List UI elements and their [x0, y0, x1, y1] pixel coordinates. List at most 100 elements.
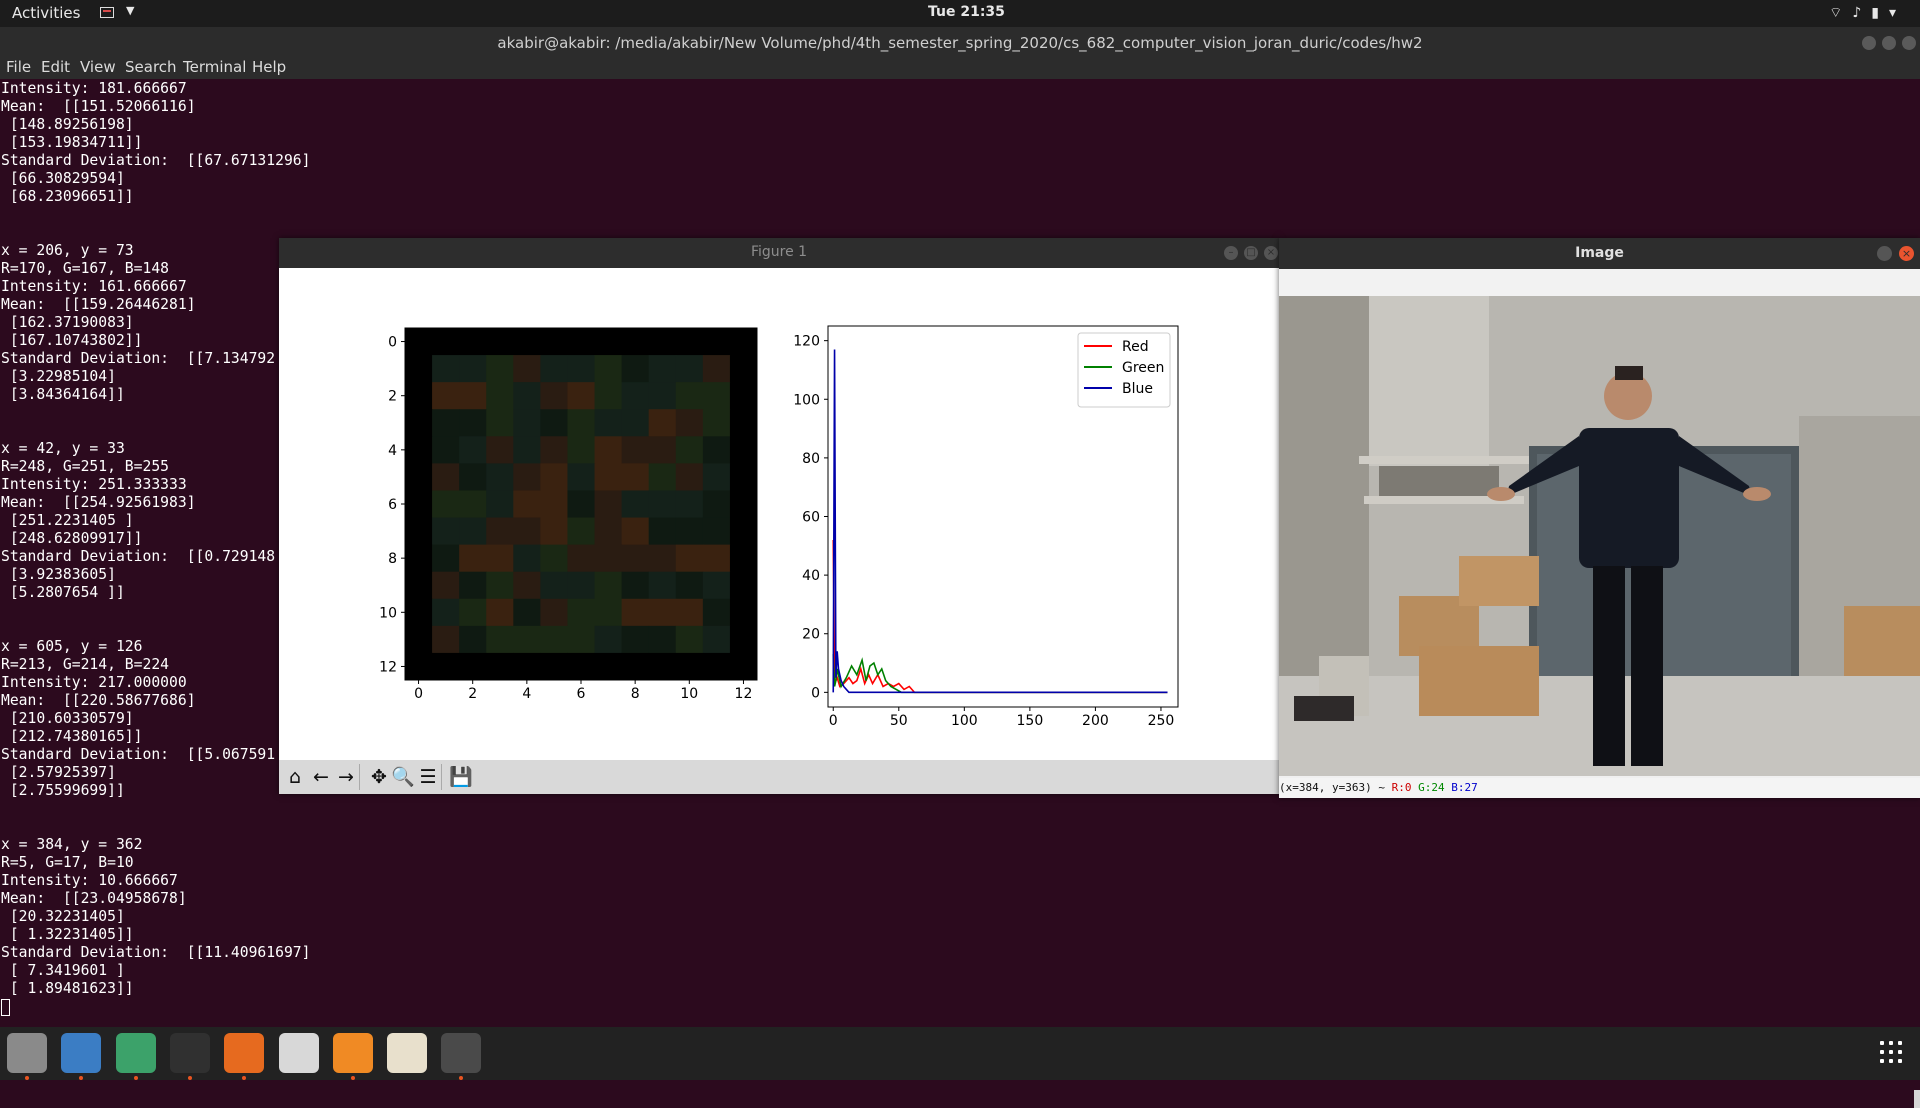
person-in-lab-photo	[1279, 296, 1920, 776]
heatmap-cell	[459, 652, 487, 681]
heatmap-cell	[405, 571, 433, 600]
figure-canvas[interactable]: 0 2 4 6 8 10 12 0 2 4 6 8 10 12 0 50 100 150 200 250 0 20 40 6…	[279, 268, 1279, 750]
heatmap-cell	[729, 355, 758, 383]
volume-icon[interactable]: ♪	[1852, 5, 1871, 21]
heatmap-cell	[459, 571, 487, 600]
text-editor-icon[interactable]	[61, 1033, 102, 1073]
toolbar-separator	[359, 764, 360, 790]
minimize-button[interactable]	[1862, 36, 1876, 50]
heatmap-cell	[648, 436, 677, 464]
heatmap-cell	[459, 355, 487, 383]
menu-help[interactable]: Help	[252, 58, 286, 76]
heatmap-cell	[459, 490, 487, 519]
menu-edit[interactable]: Edit	[41, 58, 70, 76]
close-icon[interactable]: ×	[1264, 246, 1278, 260]
heatmap-cell	[432, 598, 460, 627]
figure-titlebar[interactable]: Figure 1 – □ ×	[279, 238, 1279, 268]
heatmap-cell	[459, 625, 487, 654]
heatmap-cell	[648, 490, 677, 519]
activities-button[interactable]: Activities	[12, 4, 80, 22]
heatmap-cell	[648, 598, 677, 627]
menu-file[interactable]: File	[6, 58, 31, 76]
configure-subplots-icon[interactable]: ☰	[416, 766, 440, 788]
heatmap-cell	[432, 652, 460, 681]
terminal-scrollbar[interactable]	[1914, 1090, 1920, 1108]
heatmap-cell	[621, 463, 650, 491]
terminal-line: [212.74380165]]	[1, 728, 143, 745]
terminal-line: [3.92383605]	[1, 566, 116, 583]
heatmap-cell	[675, 544, 704, 573]
menu-terminal[interactable]: Terminal	[183, 58, 246, 76]
terminal-line: Intensity: 10.666667	[1, 872, 178, 889]
heatmap-cell	[594, 517, 623, 546]
heatmap-cell	[513, 409, 541, 437]
heatmap-cell	[702, 328, 731, 356]
system-menu-chevron-icon[interactable]: ▾	[1889, 5, 1906, 21]
heatmap-cell	[432, 436, 460, 464]
menu-view[interactable]: View	[80, 58, 116, 76]
notes-icon[interactable]	[278, 1033, 319, 1073]
heatmap-cell	[540, 409, 568, 437]
close-icon[interactable]: ×	[1899, 246, 1914, 261]
heatmap-cell	[567, 355, 596, 383]
heatmap-cell	[486, 382, 514, 410]
heatmap-cell	[567, 436, 596, 464]
minimize-icon[interactable]: –	[1224, 246, 1238, 260]
heatmap-cell	[594, 328, 623, 356]
heatmap-cell	[729, 490, 758, 519]
heatmap-cell	[594, 544, 623, 573]
legend-label-blue: Blue	[1122, 381, 1153, 397]
atom-icon[interactable]	[115, 1033, 156, 1073]
terminal-line: Standard Deviation: [[0.729148	[1, 548, 276, 565]
home-icon[interactable]: ⌂	[283, 766, 307, 788]
heatmap-cell	[567, 598, 596, 627]
heatmap-cell	[648, 463, 677, 491]
save-icon[interactable]: 💾	[449, 766, 473, 788]
pdf-viewer-icon[interactable]	[332, 1033, 373, 1073]
heatmap-cell	[702, 598, 731, 627]
wifi-icon[interactable]: ⌔	[1829, 5, 1852, 21]
heatmap-cell	[405, 652, 433, 681]
forward-arrow-icon[interactable]: →	[334, 766, 358, 788]
pan-icon[interactable]: ✥	[367, 766, 391, 788]
heatmap-cell	[648, 571, 677, 600]
terminal-line: Mean: [[151.52066116]	[1, 98, 196, 115]
menu-search[interactable]: Search	[125, 58, 177, 76]
chevron-down-icon[interactable]: ▼	[126, 4, 134, 17]
files-icon[interactable]	[7, 1033, 47, 1073]
heatmap-cell	[621, 544, 650, 573]
heatmap-cell	[594, 355, 623, 383]
back-arrow-icon[interactable]: ←	[309, 766, 333, 788]
heatmap-cell	[540, 436, 568, 464]
heatmap-xtick-label: 2	[468, 686, 477, 702]
heatmap-cell	[729, 517, 758, 546]
firefox-icon[interactable]	[224, 1033, 265, 1073]
running-indicator	[187, 1076, 192, 1080]
image-titlebar[interactable]: Image ×	[1279, 238, 1920, 269]
heatmap-cell	[621, 409, 650, 437]
camera-photo[interactable]	[1279, 296, 1920, 776]
keyboard-layout-icon[interactable]	[100, 7, 114, 18]
heatmap-cell	[594, 436, 623, 464]
show-applications-icon[interactable]	[1880, 1041, 1906, 1067]
maximize-icon[interactable]: □	[1244, 246, 1258, 260]
heatmap-cell	[432, 382, 460, 410]
heatmap-cell	[621, 355, 650, 383]
clock[interactable]: Tue 21:35	[928, 4, 1005, 20]
minimize-icon[interactable]	[1877, 246, 1892, 261]
zoom-icon[interactable]: 🔍	[391, 766, 415, 788]
figure-plots: 0 2 4 6 8 10 12024681012 0 50 100 150 200 250020406…	[379, 325, 1179, 729]
histogram-ytick-label: 40	[802, 568, 820, 584]
terminal-line: [20.32231405]	[1, 908, 125, 925]
opencv-window-icon[interactable]	[441, 1033, 482, 1073]
terminal-icon[interactable]	[169, 1033, 210, 1073]
heatmap-cell	[486, 544, 514, 573]
battery-icon[interactable]: ▮	[1871, 5, 1889, 21]
histogram-xtick-label: 150	[1017, 713, 1044, 729]
heatmap-cell	[621, 652, 650, 681]
heatmap-cell	[540, 598, 568, 627]
kolourpaint-icon[interactable]	[387, 1033, 428, 1073]
system-tray[interactable]: ⌔♪▮▾	[1829, 4, 1906, 22]
close-button[interactable]	[1902, 36, 1916, 50]
maximize-button[interactable]	[1882, 36, 1896, 50]
